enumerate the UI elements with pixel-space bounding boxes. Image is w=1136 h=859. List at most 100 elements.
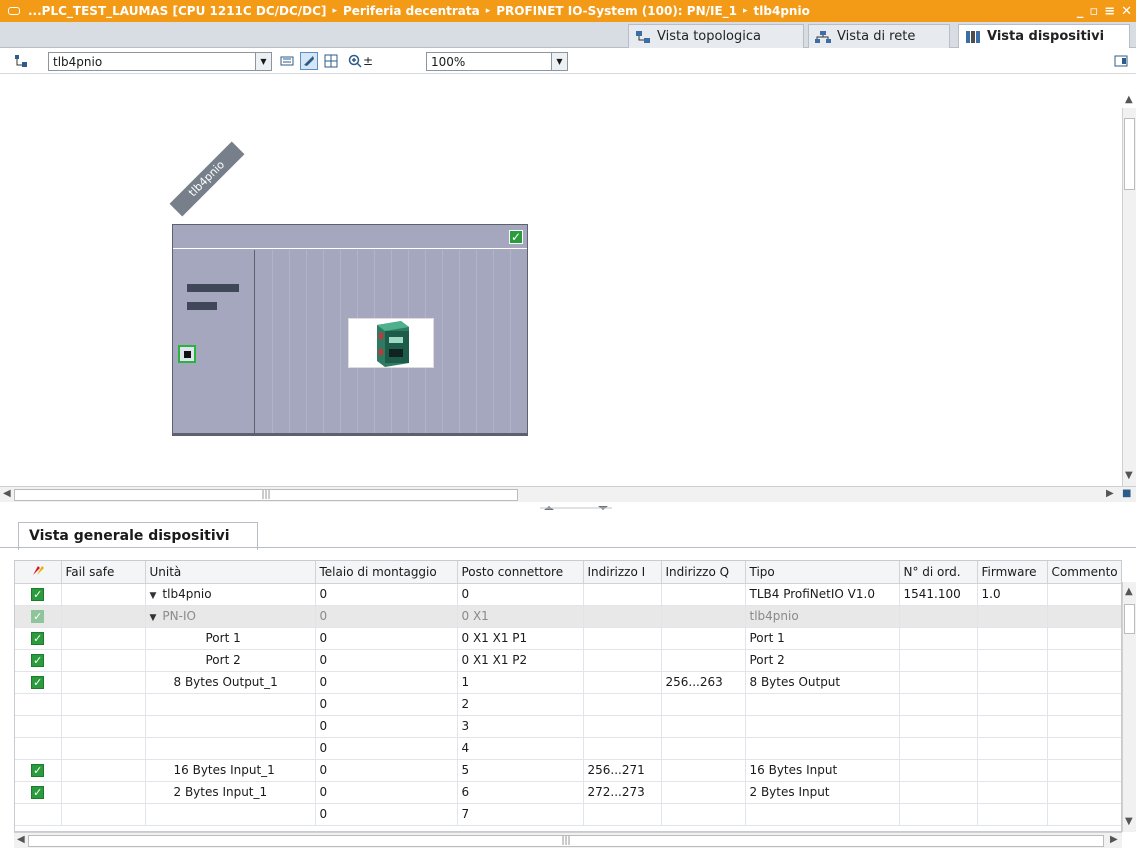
device-canvas[interactable]: tlb4pnio [0, 74, 1122, 486]
device-tree-icon[interactable] [12, 52, 30, 70]
cell-unit[interactable]: ▼ tlb4pnio [145, 583, 316, 606]
pan-tool-icon[interactable] [300, 52, 318, 70]
scroll-thumb[interactable] [1124, 118, 1135, 190]
device-select[interactable]: tlb4pnio ▼ [48, 52, 272, 71]
cell-fail-safe [61, 781, 146, 804]
table-row[interactable]: 0 2 [15, 693, 1121, 716]
table-header: Fail safe Unità Telaio di montaggio Post… [15, 561, 1121, 584]
scroll-down-icon[interactable]: ▼ [1125, 470, 1133, 481]
breadcrumb-io-system[interactable]: PROFINET IO-System (100): PN/IE_1 [496, 4, 737, 18]
chevron-down-icon[interactable]: ▼ [255, 53, 271, 70]
table-row[interactable]: ✓ 8 Bytes Output_1 0 1 256...263 8 Bytes… [15, 671, 1121, 694]
scroll-left-icon[interactable]: ◀ [3, 488, 11, 499]
scroll-up-icon[interactable]: ▲ [1125, 586, 1133, 597]
chevron-down-icon[interactable]: ▼ [551, 53, 567, 70]
scroll-left-icon[interactable]: ◀ [17, 834, 25, 845]
cell-slot: 0 [457, 583, 584, 606]
breadcrumb-project[interactable]: ...PLC_TEST_LAUMAS [CPU 1211C DC/DC/DC] [28, 4, 326, 18]
scroll-up-icon[interactable]: ▲ [1125, 94, 1133, 105]
column-type[interactable]: Tipo [745, 561, 900, 584]
table-vertical-scrollbar[interactable]: ▲ ▼ [1122, 582, 1136, 832]
breadcrumb-device[interactable]: tlb4pnio [754, 4, 810, 18]
cell-unit[interactable] [145, 803, 316, 826]
device-view-toolbar: tlb4pnio ▼ ± 100% ▼ [0, 48, 1136, 74]
table-row[interactable]: ✓ 2 Bytes Input_1 0 6 272...273 2 Bytes … [15, 781, 1121, 804]
table-row[interactable]: ✓ 16 Bytes Input_1 0 5 256...271 16 Byte… [15, 759, 1121, 782]
cell-i-address [583, 803, 662, 826]
cell-firmware [977, 627, 1048, 650]
cell-slot: 2 [457, 693, 584, 716]
tab-topology-view[interactable]: Vista topologica [628, 24, 804, 48]
portal-icon [8, 7, 20, 15]
table-row[interactable]: ✓ ▼ PN-IO 0 0 X1 tlb4pnio [15, 605, 1121, 628]
module-image[interactable] [348, 318, 434, 368]
close-button[interactable]: ✕ [1121, 4, 1132, 19]
breadcrumb-separator-icon: ▸ [743, 6, 748, 16]
table-horizontal-scrollbar[interactable]: ◀ ||| ▶ [14, 832, 1122, 848]
column-comment[interactable]: Commento [1047, 561, 1121, 584]
cell-firmware: 1.0 [977, 583, 1048, 606]
scroll-right-icon[interactable]: ▶ [1110, 834, 1118, 845]
scroll-right-icon[interactable]: ▶ [1106, 488, 1114, 499]
scroll-thumb[interactable]: ||| [28, 835, 1104, 847]
cell-unit[interactable]: Port 2 [145, 649, 316, 672]
expand-triangle-icon[interactable]: ▼ [150, 591, 157, 601]
cell-unit[interactable]: 16 Bytes Input_1 [145, 759, 316, 782]
table-row[interactable]: 0 4 [15, 737, 1121, 760]
splitter-handle-icon[interactable] [540, 505, 612, 511]
tab-device-view[interactable]: Vista dispositivi [958, 24, 1130, 48]
table-row[interactable]: 0 7 [15, 803, 1121, 826]
column-fail-safe[interactable]: Fail safe [61, 561, 146, 584]
column-firmware[interactable]: Firmware [977, 561, 1048, 584]
table-row[interactable]: 0 3 [15, 715, 1121, 738]
cell-status [15, 803, 62, 826]
cell-unit[interactable]: 8 Bytes Output_1 [145, 671, 316, 694]
cell-unit[interactable] [145, 693, 316, 716]
breadcrumb-distributed-io[interactable]: Periferia decentrata [343, 4, 480, 18]
ethernet-port-icon[interactable] [178, 345, 196, 363]
scroll-thumb[interactable]: ||| [14, 489, 518, 501]
canvas-horizontal-scrollbar[interactable]: ◀ ||| ▶ ■ [0, 486, 1136, 502]
expand-triangle-icon[interactable]: ▼ [150, 613, 157, 623]
interface-module[interactable] [173, 250, 255, 435]
cell-firmware [977, 649, 1048, 672]
column-i-address[interactable]: Indirizzo I [583, 561, 662, 584]
overview-icon[interactable]: ■ [1122, 488, 1131, 499]
cell-fail-safe [61, 649, 146, 672]
cell-rack: 0 [315, 583, 458, 606]
zoom-step-icon[interactable]: ± [362, 52, 374, 70]
column-order-number[interactable]: N° di ord. [899, 561, 978, 584]
tab-network-label: Vista di rete [837, 29, 916, 44]
maximize-button[interactable]: ≡ [1104, 4, 1115, 19]
column-q-address[interactable]: Indirizzo Q [661, 561, 746, 584]
column-slot[interactable]: Posto connettore [457, 561, 584, 584]
table-row[interactable]: ✓ ▼ tlb4pnio 0 0 TLB4 ProfiNetIO V1.0 154… [15, 583, 1121, 606]
minimize-button[interactable]: _ [1077, 4, 1084, 19]
show-rack-icon[interactable] [278, 52, 296, 70]
cell-comment [1047, 781, 1121, 804]
table-row[interactable]: ✓ Port 1 0 0 X1 X1 P1 Port 1 [15, 627, 1121, 650]
restore-button[interactable]: ▫ [1089, 4, 1098, 19]
cell-unit[interactable] [145, 737, 316, 760]
tab-device-overview[interactable]: Vista generale dispositivi [18, 522, 258, 550]
cell-unit[interactable]: Port 1 [145, 627, 316, 650]
canvas-vertical-scrollbar[interactable]: ▲ ▼ [1122, 94, 1136, 486]
grid-icon[interactable] [322, 52, 340, 70]
tab-network-view[interactable]: Vista di rete [808, 24, 950, 48]
cell-unit[interactable]: 2 Bytes Input_1 [145, 781, 316, 804]
column-unit[interactable]: Unità [145, 561, 316, 584]
cell-unit[interactable]: ▼ PN-IO [145, 605, 316, 628]
panel-toggle-icon[interactable] [1112, 52, 1130, 70]
cell-unit[interactable] [145, 715, 316, 738]
column-diagnostic[interactable] [15, 561, 62, 584]
cell-slot: 1 [457, 671, 584, 694]
column-rack[interactable]: Telaio di montaggio [315, 561, 458, 584]
table-row[interactable]: ✓ Port 2 0 0 X1 X1 P2 Port 2 [15, 649, 1121, 672]
status-ok-icon: ✓ [31, 764, 45, 777]
cell-fail-safe [61, 627, 146, 650]
scroll-down-icon[interactable]: ▼ [1125, 816, 1133, 827]
cell-type: 8 Bytes Output [745, 671, 900, 694]
zoom-select[interactable]: 100% ▼ [426, 52, 568, 71]
scroll-thumb[interactable] [1124, 604, 1135, 634]
cell-slot: 5 [457, 759, 584, 782]
